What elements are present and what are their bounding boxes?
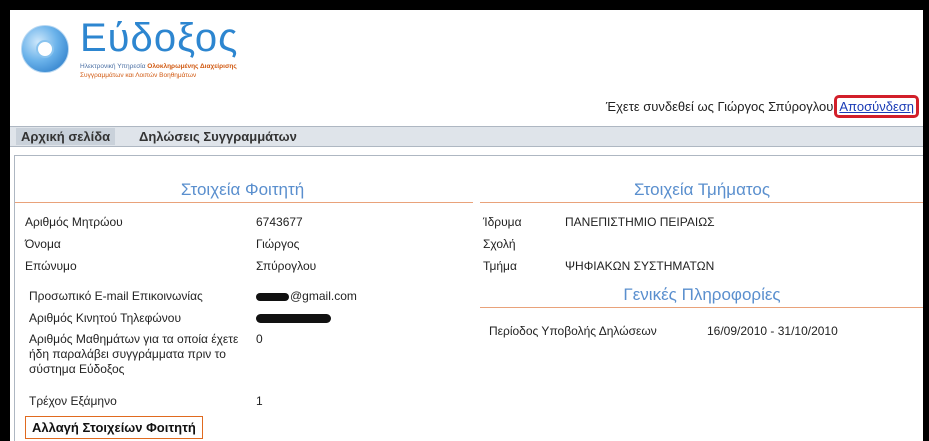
prior-courses-label: Αριθμός Μαθημάτων για τα οποία έχετε ήδη… bbox=[29, 332, 239, 376]
logo-subtitle-line1: Ηλεκτρονική Υπηρεσία Ολοκληρωμένης Διαχε… bbox=[80, 63, 237, 70]
top-navigation: Αρχική σελίδα Δηλώσεις Συγγραμμάτων bbox=[10, 126, 923, 147]
logged-in-text: Έχετε συνδεθεί ως Γιώργος Σπύρογλου bbox=[605, 99, 834, 114]
email-domain: @gmail.com bbox=[290, 289, 357, 303]
redacted-email bbox=[256, 292, 289, 301]
prior-courses-value: 0 bbox=[256, 332, 263, 346]
logo-subtitle-bold: Ολοκληρωμένης Διαχείρισης bbox=[147, 63, 237, 70]
logo-subtitle-prefix: Ηλεκτρονική Υπηρεσία bbox=[80, 63, 146, 70]
login-status: Έχετε συνδεθεί ως Γιώργος Σπύρογλου Αποσύ… bbox=[606, 95, 919, 118]
institution-value: ΠΑΝΕΠΙΣΤΗΜΙΟ ΠΕΙΡΑΙΩΣ bbox=[565, 215, 715, 229]
tab-book-declarations[interactable]: Δηλώσεις Συγγραμμάτων bbox=[134, 128, 302, 145]
logo-subtitle-line2: Συγγραμμάτων και Λοιπών Βοηθημάτων bbox=[80, 72, 197, 79]
phone-label: Αριθμός Κινητού Τηλεφώνου bbox=[29, 311, 182, 325]
current-semester-label: Τρέχον Εξάμηνο bbox=[29, 394, 117, 408]
email-label: Προσωπικό E-mail Επικοινωνίας bbox=[29, 289, 203, 303]
institution-label: Ίδρυμα bbox=[483, 215, 522, 229]
first-name-label: Όνομα bbox=[25, 237, 61, 251]
site-header: Εύδοξος Ηλεκτρονική Υπηρεσία Ολοκληρωμέν… bbox=[10, 10, 923, 122]
registration-number-label: Αριθμός Μητρώου bbox=[25, 215, 123, 229]
submission-period-value: 16/09/2010 - 31/10/2010 bbox=[707, 324, 838, 338]
department-divider bbox=[480, 202, 923, 203]
general-info-title: Γενικές Πληροφορίες bbox=[623, 285, 781, 304]
student-divider bbox=[15, 202, 473, 203]
first-name-value: Γιώργος bbox=[256, 237, 300, 251]
phone-value bbox=[256, 311, 331, 326]
logout-link[interactable]: Αποσύνδεση bbox=[834, 95, 919, 118]
general-info-divider bbox=[480, 307, 923, 308]
submission-period-label: Περίοδος Υποβολής Δηλώσεων bbox=[489, 324, 657, 338]
student-section-title: Στοιχεία Φοιτητή bbox=[180, 180, 305, 199]
current-semester-value: 1 bbox=[256, 394, 263, 408]
department-section-title: Στοιχεία Τμήματος bbox=[633, 180, 771, 199]
main-panel: Στοιχεία Φοιτητή Αριθμός Μητρώου 6743677… bbox=[14, 155, 923, 441]
tab-home[interactable]: Αρχική σελίδα bbox=[16, 128, 116, 145]
last-name-value: Σπύρογλου bbox=[256, 259, 317, 273]
redacted-phone bbox=[256, 314, 331, 324]
change-student-details-button[interactable]: Αλλαγή Στοιχείων Φοιτητή bbox=[25, 416, 203, 439]
eudoxus-logo-icon bbox=[21, 25, 69, 73]
email-value: @gmail.com bbox=[256, 289, 357, 304]
browser-content: Εύδοξος Ηλεκτρονική Υπηρεσία Ολοκληρωμέν… bbox=[10, 10, 923, 441]
registration-number-value: 6743677 bbox=[256, 215, 303, 229]
department-value: ΨΗΦΙΑΚΩΝ ΣΥΣΤΗΜΑΤΩΝ bbox=[565, 259, 715, 273]
last-name-label: Επώνυμο bbox=[25, 259, 77, 273]
logo-title: Εύδοξος bbox=[80, 16, 239, 60]
department-label: Τμήμα bbox=[483, 259, 517, 273]
school-label: Σχολή bbox=[483, 237, 516, 251]
